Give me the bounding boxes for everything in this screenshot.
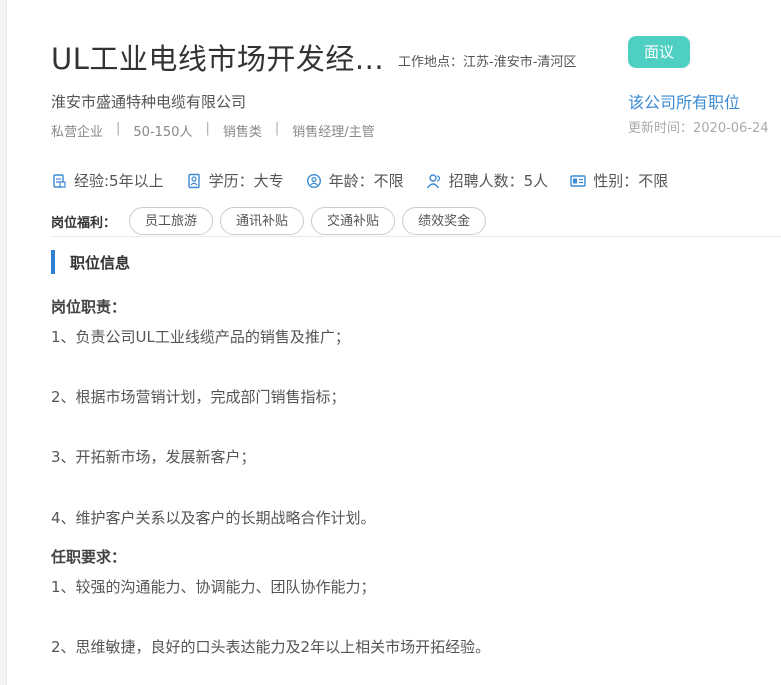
section-accent-bar	[51, 250, 55, 274]
company-meta: 私营企业 | 50-150人 | 销售类 | 销售经理/主管	[51, 121, 375, 140]
gender-icon	[570, 174, 586, 187]
requirement-education: 学历：大专	[186, 170, 284, 191]
age-text: 年龄：不限	[328, 172, 404, 190]
duty-line: 1、负责公司UL工业线缆产品的销售及推广；	[51, 328, 350, 346]
left-gutter-divider	[6, 0, 7, 685]
job-title: UL工业电线市场开发经...	[51, 42, 385, 76]
education-icon	[187, 173, 200, 188]
requirement-age: 年龄：不限	[306, 170, 404, 191]
benefit-tag: 通讯补贴	[220, 207, 305, 235]
benefit-tag: 交通补贴	[311, 207, 396, 235]
requirement-line: 2、思维敏捷，良好的口头表达能力及2年以上相关市场开拓经验。	[51, 638, 491, 656]
requirements-title: 任职要求：	[51, 548, 127, 566]
company-name[interactable]: 淮安市盛通特种电缆有限公司	[51, 91, 246, 112]
all-company-jobs-link[interactable]: 该公司所有职位	[628, 89, 740, 113]
salary-badge: 面议	[628, 36, 690, 68]
duties-title: 岗位职责：	[51, 298, 127, 316]
divider	[51, 236, 781, 237]
education-text: 学历：大专	[208, 172, 284, 190]
benefits-label: 岗位福利：	[51, 215, 117, 231]
requirement-gender: 性别：不限	[570, 170, 668, 191]
age-icon	[306, 173, 321, 188]
meta-separator: |	[274, 121, 280, 136]
update-time: 更新时间：2020-06-24	[628, 121, 769, 136]
headcount-icon	[426, 173, 440, 188]
section-header: 职位信息	[51, 250, 130, 274]
experience-icon	[53, 173, 66, 188]
job-position-type: 销售经理/主管	[292, 125, 375, 140]
benefits-row: 岗位福利： 员工旅游 通讯补贴 交通补贴 绩效奖金	[51, 207, 493, 235]
meta-separator: |	[205, 121, 210, 136]
requirement-experience: 经验:5年以上	[51, 170, 164, 191]
gender-text: 性别：不限	[593, 172, 669, 190]
requirement-headcount: 招聘人数：5人	[426, 170, 549, 191]
duty-line: 2、根据市场营销计划，完成部门销售指标；	[51, 388, 346, 406]
headcount-text: 招聘人数：5人	[448, 172, 549, 190]
company-type: 私营企业	[51, 125, 104, 140]
benefit-tag: 员工旅游	[129, 207, 214, 235]
duty-line: 3、开拓新市场，发展新客户；	[51, 448, 256, 466]
company-size: 50-150人	[133, 125, 193, 140]
job-location: 工作地点：江苏-淮安市-清河区	[398, 55, 577, 70]
experience-text: 经验:5年以上	[74, 172, 164, 190]
job-category: 销售类	[222, 125, 262, 140]
requirement-line: 1、较强的沟通能力、协调能力、团队协作能力；	[51, 578, 376, 596]
section-title: 职位信息	[70, 253, 131, 272]
benefit-tag: 绩效奖金	[402, 207, 487, 235]
meta-separator: |	[116, 121, 121, 136]
duty-line: 4、维护客户关系以及客户的长期战略合作计划。	[51, 509, 376, 527]
requirements-row: 经验:5年以上 学历：大专 年龄：不限 招聘人数：5人 性别：不限	[51, 170, 668, 191]
